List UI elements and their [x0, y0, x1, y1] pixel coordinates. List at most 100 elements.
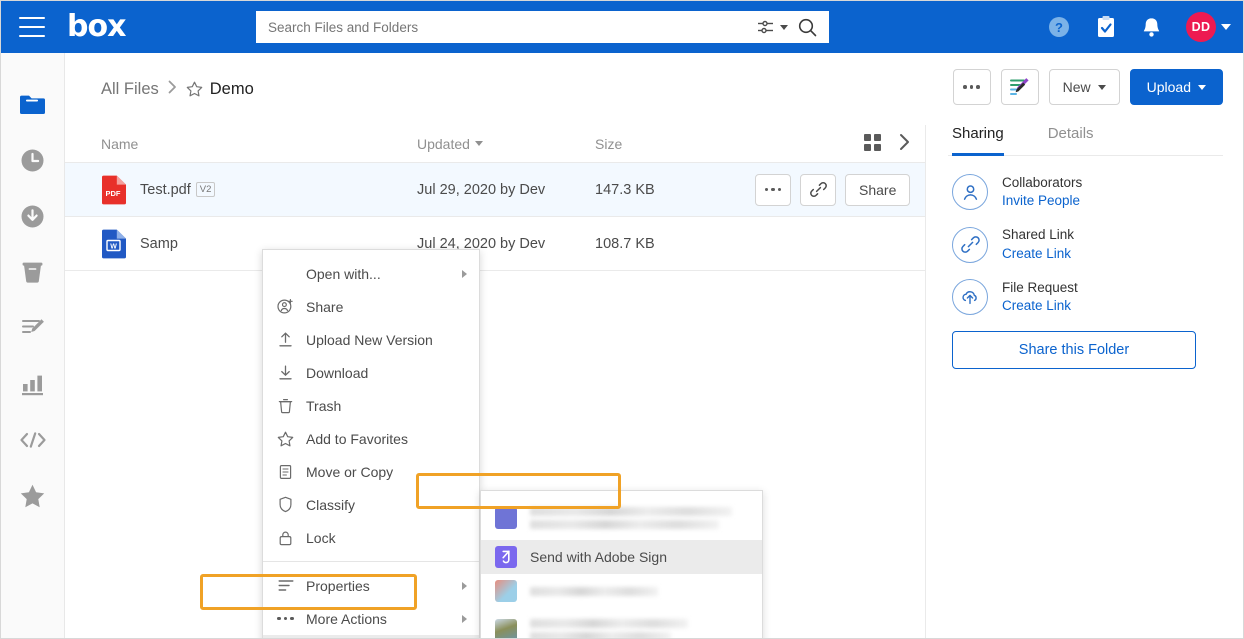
hamburger-icon[interactable] — [19, 17, 45, 37]
shared-link-title: Shared Link — [1002, 227, 1075, 243]
more-options-button[interactable] — [952, 69, 991, 105]
chevron-down-icon[interactable] — [780, 24, 788, 30]
menu-item-classify[interactable]: Classify — [263, 488, 479, 521]
bell-icon[interactable] — [1141, 16, 1162, 39]
menu-item-label: Move or Copy — [306, 463, 394, 480]
sidebar-item-favorites[interactable] — [18, 481, 48, 511]
sidebar-item-all-files[interactable] — [18, 89, 48, 119]
integrations-submenu: Send with Adobe Sign — [480, 490, 763, 638]
folder-icon — [20, 95, 45, 114]
column-header-size[interactable]: Size — [595, 136, 755, 152]
sidebar-item-reports[interactable] — [18, 369, 48, 399]
menu-item-upload-new-version[interactable]: Upload New Version — [263, 323, 479, 356]
menu-item-label: Download — [306, 364, 369, 381]
word-file-icon: W — [102, 229, 126, 258]
menu-item-more-actions[interactable]: More Actions — [263, 602, 479, 635]
tab-details[interactable]: Details — [1048, 125, 1094, 156]
properties-lines-icon — [277, 579, 294, 592]
blurred-label — [530, 619, 750, 638]
chevron-down-icon[interactable] — [1221, 24, 1231, 30]
chevron-down-icon — [1097, 84, 1106, 90]
clipboard-check-icon[interactable] — [1095, 15, 1117, 39]
new-button-label: New — [1062, 79, 1091, 95]
upload-button[interactable]: Upload — [1129, 69, 1223, 105]
user-avatar-menu[interactable]: DD — [1186, 12, 1231, 42]
search-input[interactable] — [256, 19, 753, 35]
menu-item-label: Classify — [306, 496, 356, 513]
menu-item-label: More Actions — [306, 610, 387, 627]
download-circle-icon — [21, 205, 44, 227]
menu-item-open-with[interactable]: Open with... — [263, 257, 479, 290]
submenu-item-blurred[interactable] — [481, 574, 762, 608]
create-shared-link[interactable]: Create Link — [1002, 245, 1074, 263]
table-header-row: Name Updated Size — [65, 125, 925, 163]
trash-icon — [277, 398, 294, 414]
collaborators-title: Collaborators — [1002, 175, 1083, 190]
grid-view-icon[interactable] — [864, 133, 881, 154]
chevron-right-icon[interactable] — [899, 133, 911, 154]
tab-sharing[interactable]: Sharing — [952, 125, 1004, 156]
file-request-title: File Request — [1002, 279, 1078, 295]
breadcrumb-all-files[interactable]: All Files — [101, 80, 159, 99]
row-actions: Share — [755, 173, 925, 206]
chevron-right-icon — [462, 581, 467, 590]
box-note-button[interactable] — [1000, 69, 1039, 105]
clock-icon — [21, 149, 44, 171]
table-row[interactable]: PDF Test.pdf V2 Jul 29, 2020 by Dev 147.3… — [65, 163, 925, 217]
menu-divider — [263, 561, 479, 562]
code-brackets-icon — [19, 432, 46, 448]
column-header-updated[interactable]: Updated — [417, 136, 595, 152]
search-bar[interactable] — [256, 11, 829, 43]
row-more-button[interactable] — [755, 173, 791, 206]
help-circle-icon[interactable]: ? — [1047, 15, 1071, 39]
create-file-request-link[interactable]: Create Link — [1002, 297, 1078, 315]
menu-item-trash[interactable]: Trash — [263, 389, 479, 422]
submenu-item-send-with-adobe-sign[interactable]: Send with Adobe Sign — [481, 540, 762, 574]
row-share-button[interactable]: Share — [845, 173, 911, 206]
link-circle-icon — [952, 226, 988, 263]
filter-sliders-icon[interactable] — [753, 20, 792, 34]
sidebar-item-developer[interactable] — [18, 425, 48, 455]
menu-item-move-or-copy[interactable]: Move or Copy — [263, 455, 479, 488]
copy-icon — [277, 464, 294, 480]
bar-chart-icon — [22, 375, 43, 396]
row-copy-link-button[interactable] — [800, 173, 836, 206]
submenu-item-blurred[interactable] — [481, 496, 762, 540]
table-row[interactable]: W Samp Jul 24, 2020 by Dev 108.7 KB — [65, 217, 925, 271]
sidebar-item-trash[interactable] — [18, 257, 48, 287]
notes-pencil-icon — [21, 319, 44, 333]
star-outline-icon — [186, 81, 203, 97]
ellipsis-icon — [764, 187, 782, 192]
breadcrumb-current-label[interactable]: Demo — [210, 80, 254, 99]
breadcrumb-bar: All Files Demo New Upload — [65, 53, 1243, 125]
star-outline-icon — [277, 431, 294, 447]
sidebar-item-synced[interactable] — [18, 201, 48, 231]
file-size-cell: 108.7 KB — [595, 235, 655, 252]
shield-icon — [277, 496, 294, 513]
main-content: All Files Demo New Upload Name Updated S… — [65, 53, 1243, 638]
integration-app-icon — [495, 619, 517, 638]
sidebar-item-recents[interactable] — [18, 145, 48, 175]
submenu-item-blurred[interactable] — [481, 608, 762, 638]
menu-item-share[interactable]: Share — [263, 290, 479, 323]
menu-item-integrations[interactable]: 5 Integrations — [263, 635, 479, 638]
submenu-item-label: Send with Adobe Sign — [530, 549, 667, 565]
box-logo[interactable]: box — [67, 12, 126, 42]
integration-app-icon — [495, 507, 517, 529]
header-actions: ? DD — [1047, 1, 1231, 53]
new-button[interactable]: New — [1048, 69, 1120, 105]
star-icon — [20, 484, 45, 508]
menu-item-label: Share — [306, 298, 344, 315]
column-header-updated-label: Updated — [417, 135, 470, 152]
menu-item-add-to-favorites[interactable]: Add to Favorites — [263, 422, 479, 455]
search-icon[interactable] — [792, 18, 829, 37]
menu-item-properties[interactable]: Properties — [263, 569, 479, 602]
column-header-name[interactable]: Name — [101, 136, 417, 152]
invite-people-link[interactable]: Invite People — [1002, 192, 1082, 210]
sidebar-item-notes[interactable] — [18, 313, 48, 343]
file-name-label: Samp — [140, 235, 178, 252]
avatar[interactable]: DD — [1186, 12, 1216, 42]
menu-item-download[interactable]: Download — [263, 356, 479, 389]
share-this-folder-button[interactable]: Share this Folder — [952, 331, 1196, 370]
menu-item-lock[interactable]: Lock — [263, 521, 479, 554]
